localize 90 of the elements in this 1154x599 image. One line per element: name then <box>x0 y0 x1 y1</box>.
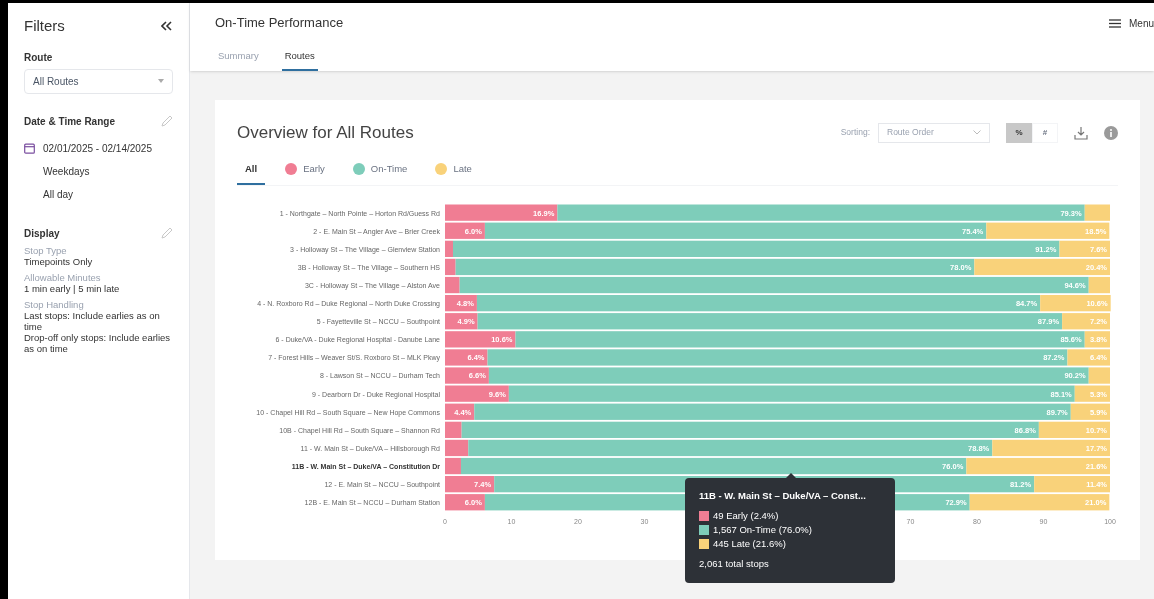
bar-segment[interactable] <box>1062 312 1110 329</box>
bar-segment[interactable] <box>1088 366 1110 384</box>
bar-segment[interactable] <box>966 457 1110 474</box>
bar-segment[interactable] <box>453 240 1060 257</box>
bar-segment[interactable] <box>445 475 495 492</box>
bar-segment[interactable] <box>445 312 478 329</box>
setting-name: Allowable Minutes <box>24 271 102 283</box>
tab[interactable]: Summary <box>215 43 262 71</box>
days-text: Weekdays <box>42 164 91 179</box>
bar-segment[interactable] <box>1070 403 1110 420</box>
page-title: On-Time Performance <box>215 14 344 33</box>
bar-segment[interactable] <box>1067 348 1110 366</box>
bar-segment[interactable] <box>1040 294 1111 311</box>
bar-segment[interactable] <box>1084 330 1110 347</box>
sorting-select[interactable]: Route Order <box>878 122 990 143</box>
bar-segment[interactable] <box>445 457 461 474</box>
calendar-icon <box>24 142 35 154</box>
unit-toggle[interactable]: # <box>1032 122 1058 143</box>
card-title: Overview for All Routes <box>237 122 414 144</box>
bar-segment[interactable] <box>445 348 488 366</box>
bar-segment[interactable] <box>445 276 460 293</box>
setting-value: Timepoints Only <box>24 255 94 267</box>
tooltip-item: 49 Early (2.4%) <box>713 509 779 524</box>
bar-segment[interactable] <box>461 421 1039 438</box>
bar-segment[interactable] <box>1059 240 1110 257</box>
bar-segment[interactable] <box>986 222 1110 239</box>
bar-segment[interactable] <box>445 493 485 510</box>
field-label: Route <box>24 50 54 65</box>
bar-segment[interactable] <box>1084 204 1110 221</box>
bar-segment[interactable] <box>515 330 1085 347</box>
bar-segment[interactable] <box>488 366 1089 384</box>
date-range-text: 02/01/2025 - 02/14/2025 <box>43 141 152 156</box>
bar-segment[interactable] <box>445 330 516 347</box>
bar-segment[interactable] <box>445 366 489 384</box>
bar-segment[interactable] <box>974 258 1110 275</box>
panel-title: Filters <box>24 16 65 36</box>
collapse-icon[interactable] <box>161 21 173 32</box>
bar-segment[interactable] <box>476 294 1041 311</box>
bar-segment[interactable] <box>445 204 558 221</box>
filter-tab[interactable]: Late <box>427 155 480 185</box>
chevron-down-icon <box>973 130 981 136</box>
bar-segment[interactable] <box>468 439 993 456</box>
filter-tab[interactable]: All <box>237 155 266 185</box>
bar-segment[interactable] <box>1074 385 1110 402</box>
section-label: Display <box>24 226 60 241</box>
bar-segment[interactable] <box>460 457 967 474</box>
bar-segment[interactable] <box>557 204 1085 221</box>
bar-segment[interactable] <box>1038 421 1110 438</box>
bar-segment[interactable] <box>487 348 1068 366</box>
bar-segment[interactable] <box>445 403 475 420</box>
edit-icon[interactable] <box>161 115 173 127</box>
bar-segment[interactable] <box>474 403 1071 420</box>
bar-segment[interactable] <box>459 276 1089 293</box>
bar-segment[interactable] <box>455 258 975 275</box>
caret-icon <box>158 79 164 83</box>
tooltip-total: 2,061 total stops <box>699 557 770 572</box>
bar-segment[interactable] <box>1088 276 1110 293</box>
bar-segment[interactable] <box>484 222 987 239</box>
bar-segment[interactable] <box>445 421 462 438</box>
tooltip-item: 1,567 On-Time (76.0%) <box>713 523 812 538</box>
setting-name: Stop Type <box>24 244 68 256</box>
bar-segment[interactable] <box>508 385 1075 402</box>
sorting-label: Sorting: <box>840 126 870 140</box>
menu-icon <box>1109 18 1121 28</box>
bar-segment[interactable] <box>445 240 453 257</box>
bar-segment[interactable] <box>445 439 469 456</box>
edit-icon[interactable] <box>161 227 173 239</box>
time-text: All day <box>42 187 74 202</box>
bar-segment[interactable] <box>992 439 1110 456</box>
section-label: Date & Time Range <box>24 114 115 129</box>
setting-value: Last stops: Include earlies as on time Drop-off only stops: Include earlies as on time <box>24 309 172 354</box>
menu-button[interactable]: Menu <box>1109 15 1154 31</box>
unit-toggle[interactable]: % <box>1006 122 1032 143</box>
bar-segment[interactable] <box>1034 475 1110 492</box>
tooltip-item: 445 Late (21.6%) <box>713 537 786 552</box>
bar-segment[interactable] <box>477 312 1063 329</box>
bar-segment[interactable] <box>445 385 509 402</box>
bar-segment[interactable] <box>445 222 485 239</box>
setting-value: 1 min early | 5 min late <box>24 282 121 294</box>
download-icon[interactable] <box>1074 125 1088 140</box>
info-icon[interactable] <box>1104 125 1118 140</box>
filter-tab[interactable]: Early <box>277 155 333 185</box>
bar-segment[interactable] <box>445 294 477 311</box>
tab[interactable]: Routes <box>281 43 318 71</box>
tooltip-title: 11B - W. Main St – Duke/VA – Const... <box>699 489 867 503</box>
filter-tab[interactable]: On-Time <box>344 155 416 185</box>
bar-segment[interactable] <box>969 493 1110 510</box>
route-select[interactable]: All Routes <box>24 68 173 94</box>
bar-segment[interactable] <box>445 258 456 275</box>
setting-name: Stop Handling <box>24 298 85 310</box>
